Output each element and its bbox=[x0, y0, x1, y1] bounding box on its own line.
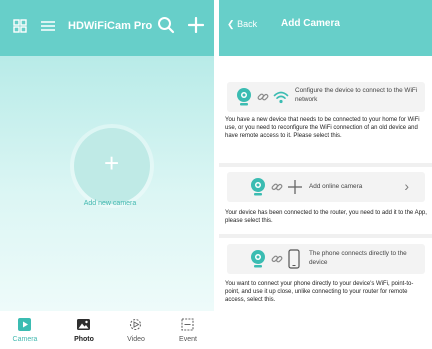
app-title: HDWiFiCam Pro bbox=[68, 20, 153, 32]
menu-icon[interactable] bbox=[40, 18, 56, 34]
grid-icon[interactable] bbox=[12, 18, 28, 34]
tab-event-label: Event bbox=[179, 336, 197, 343]
link-icon bbox=[271, 181, 283, 193]
back-button[interactable]: ❮ Back bbox=[227, 19, 257, 30]
phone-icon bbox=[287, 248, 301, 270]
chevron-right-icon: › bbox=[404, 178, 409, 194]
camera-icon bbox=[235, 87, 253, 107]
option-configure-wifi-description: You have a new device that needs to be c… bbox=[225, 117, 420, 140]
add-camera-screen: ❮ Back Add Camera Configure the device t… bbox=[219, 0, 432, 349]
top-bar: ❮ Back Add Camera bbox=[219, 0, 432, 56]
tab-camera[interactable]: Camera bbox=[0, 312, 50, 349]
tab-camera-label: Camera bbox=[12, 336, 38, 343]
bottom-tab-bar: Camera Photo Video Event bbox=[0, 312, 214, 349]
event-tab-icon bbox=[180, 317, 195, 332]
back-label: Back bbox=[237, 19, 258, 29]
search-icon[interactable] bbox=[156, 15, 176, 35]
option-direct-connect-label: The phone connects directly to the devic… bbox=[309, 250, 407, 266]
camera-tab-icon bbox=[17, 317, 32, 332]
chevron-left-icon: ❮ bbox=[227, 19, 235, 29]
option-add-online-camera-description: Your device has been connected to the ro… bbox=[225, 210, 427, 225]
option-direct-connect-description: You want to connect your phone directly … bbox=[225, 281, 414, 304]
add-icon[interactable] bbox=[186, 15, 206, 35]
video-tab-icon bbox=[128, 317, 143, 332]
add-camera-label[interactable]: Add new camera bbox=[60, 200, 160, 207]
option-add-online-camera-label: Add online camera bbox=[309, 183, 363, 190]
tab-photo-label: Photo bbox=[74, 336, 94, 343]
camera-icon bbox=[249, 249, 267, 269]
tab-video-label: Video bbox=[127, 336, 145, 343]
option-direct-connect[interactable]: The phone connects directly to the devic… bbox=[227, 244, 425, 274]
wifi-icon bbox=[273, 89, 289, 105]
page-title: Add Camera bbox=[281, 18, 340, 29]
section-divider bbox=[219, 163, 432, 167]
link-icon bbox=[271, 253, 283, 265]
option-add-online-camera[interactable]: Add online camera › bbox=[227, 172, 425, 202]
top-bar: HDWiFiCam Pro bbox=[0, 0, 214, 56]
plus-icon: + bbox=[104, 148, 120, 178]
tab-video[interactable]: Video bbox=[111, 312, 161, 349]
option-configure-wifi-label: Configure the device to connect to the W… bbox=[295, 87, 418, 103]
plus-icon bbox=[287, 178, 303, 196]
section-divider bbox=[219, 234, 432, 238]
link-icon bbox=[257, 91, 269, 103]
camera-list-screen: HDWiFiCam Pro + Add new camera Camera Ph… bbox=[0, 0, 214, 349]
tab-event[interactable]: Event bbox=[163, 312, 213, 349]
tab-photo[interactable]: Photo bbox=[59, 312, 109, 349]
photo-tab-icon bbox=[76, 317, 91, 332]
camera-icon bbox=[249, 177, 267, 197]
option-configure-wifi[interactable]: Configure the device to connect to the W… bbox=[227, 82, 425, 112]
